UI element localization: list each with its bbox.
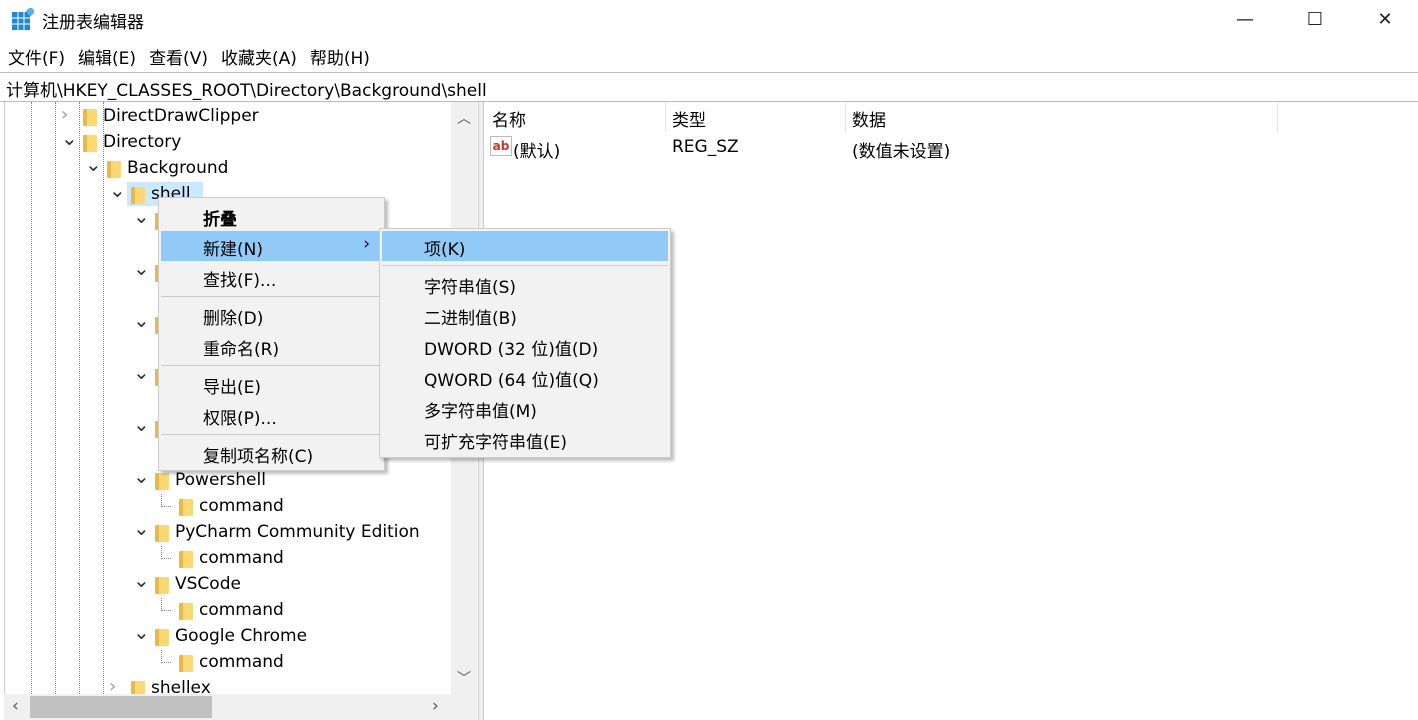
tree-node[interactable]: ⌄ PyCharm Community Edition xyxy=(5,516,455,546)
chevron-down-icon[interactable]: ⌄ xyxy=(133,464,150,488)
submenu-item-dword[interactable]: DWORD (32 位)值(D) xyxy=(382,331,668,361)
title-bar: 注册表编辑器 — ☐ ✕ xyxy=(0,0,1418,38)
tree-node[interactable]: ⌄ Powershell xyxy=(5,464,455,494)
chevron-down-icon[interactable]: ⌄ xyxy=(109,178,126,202)
chevron-down-icon[interactable]: ⌄ xyxy=(133,204,150,228)
tree-node[interactable]: command xyxy=(5,650,455,676)
scrollbar-thumb[interactable] xyxy=(30,696,212,718)
folder-icon xyxy=(179,655,193,672)
window-title: 注册表编辑器 xyxy=(42,13,144,33)
tree-node-label: Google Chrome xyxy=(175,626,308,646)
submenu-item-key[interactable]: 项(K) xyxy=(382,231,668,261)
chevron-down-icon[interactable]: ⌄ xyxy=(133,516,150,540)
chevron-down-icon[interactable]: ⌄ xyxy=(133,620,150,644)
new-submenu: 项(K) 字符串值(S) 二进制值(B) DWORD (32 位)值(D) QW… xyxy=(379,228,671,458)
chevron-down-icon[interactable]: ⌄ xyxy=(133,308,150,332)
minimize-button[interactable]: — xyxy=(1210,0,1280,38)
column-data[interactable]: 数据 xyxy=(852,106,886,131)
tree-node[interactable]: ⌄ Google Chrome xyxy=(5,620,455,650)
folder-icon xyxy=(83,109,97,126)
tree-node-label: DirectDrawClipper xyxy=(103,106,259,126)
menu-item-export[interactable]: 导出(E) xyxy=(161,369,382,399)
tree-node[interactable]: ⌄ Background xyxy=(5,152,455,182)
address-bar[interactable]: 计算机\HKEY_CLASSES_ROOT\Directory\Backgrou… xyxy=(0,72,1418,102)
chevron-right-icon[interactable]: › xyxy=(61,104,77,125)
column-type[interactable]: 类型 xyxy=(672,106,706,131)
folder-icon xyxy=(179,551,193,568)
menu-help[interactable]: 帮助(H) xyxy=(302,40,375,70)
tree-node-label: Powershell xyxy=(175,470,266,490)
menu-bar: 文件(F) 编辑(E) 查看(V) 收藏夹(A) 帮助(H) xyxy=(0,40,375,70)
string-value-ab-icon: ab xyxy=(490,136,512,156)
tree-node-label: Background xyxy=(127,158,229,178)
list-row[interactable]: ab (默认) REG_SZ (数值未设置) xyxy=(485,134,1418,162)
tree-node[interactable]: command xyxy=(5,494,455,520)
submenu-item-multi-string[interactable]: 多字符串值(M) xyxy=(382,393,668,423)
folder-icon xyxy=(107,161,121,178)
menu-item-collapse[interactable]: 折叠 xyxy=(161,201,382,231)
value-type: REG_SZ xyxy=(672,137,739,157)
tree-node-label: PyCharm Community Edition xyxy=(175,522,420,542)
menu-edit[interactable]: 编辑(E) xyxy=(70,40,141,70)
submenu-item-string[interactable]: 字符串值(S) xyxy=(382,269,668,299)
tree-node-label: command xyxy=(199,652,284,672)
chevron-down-icon[interactable]: ⌄ xyxy=(61,126,78,150)
chevron-down-icon[interactable]: ⌄ xyxy=(133,360,150,384)
chevron-down-icon[interactable]: ⌄ xyxy=(133,568,150,592)
menu-item-delete[interactable]: 删除(D) xyxy=(161,300,382,330)
value-data: (数值未设置) xyxy=(852,142,951,162)
scroll-right-icon[interactable]: › xyxy=(432,696,439,716)
tree-node[interactable]: ⌄ VSCode xyxy=(5,568,455,598)
folder-icon xyxy=(155,525,169,542)
menu-item-new[interactable]: 新建(N) › xyxy=(161,231,382,261)
menu-item-permissions[interactable]: 权限(P)... xyxy=(161,400,382,430)
menu-favorites[interactable]: 收藏夹(A) xyxy=(213,40,302,70)
submenu-arrow-icon: › xyxy=(363,234,370,254)
chevron-down-icon[interactable]: ⌄ xyxy=(85,152,102,176)
folder-icon xyxy=(179,603,193,620)
tree-node-label: Directory xyxy=(103,132,182,152)
value-name: (默认) xyxy=(513,142,561,162)
tree-node[interactable]: ⌄ Directory xyxy=(5,126,455,156)
scroll-down-icon[interactable]: ﹀ xyxy=(457,668,471,688)
folder-icon xyxy=(83,135,97,152)
tree-node[interactable]: command xyxy=(5,598,455,624)
tree-node[interactable]: command xyxy=(5,546,455,572)
tree-node-label: command xyxy=(199,600,284,620)
context-menu: 折叠 新建(N) › 查找(F)... 删除(D) 重命名(R) 导出(E) 权限… xyxy=(158,197,385,471)
chevron-down-icon[interactable]: ⌄ xyxy=(133,256,150,280)
menu-item-new-label: 新建(N) xyxy=(203,240,263,260)
registry-editor-icon xyxy=(12,8,34,30)
scroll-left-icon[interactable]: ‹ xyxy=(12,696,19,716)
tree-node-label: VSCode xyxy=(175,574,241,594)
tree-horizontal-scrollbar[interactable]: ‹ › xyxy=(4,694,477,720)
maximize-button[interactable]: ☐ xyxy=(1280,0,1350,38)
tree-node-label: command xyxy=(199,548,284,568)
folder-icon xyxy=(155,473,169,490)
folder-icon xyxy=(131,187,145,204)
menu-item-find[interactable]: 查找(F)... xyxy=(161,262,382,292)
menu-file[interactable]: 文件(F) xyxy=(0,40,70,70)
column-name[interactable]: 名称 xyxy=(492,106,526,131)
scroll-up-icon[interactable]: ︿ xyxy=(457,108,471,128)
submenu-item-expandable-string[interactable]: 可扩充字符串值(E) xyxy=(382,424,668,454)
chevron-down-icon[interactable]: ⌄ xyxy=(133,412,150,436)
close-button[interactable]: ✕ xyxy=(1350,0,1418,38)
menu-item-rename[interactable]: 重命名(R) xyxy=(161,331,382,361)
menu-item-copy-key-name[interactable]: 复制项名称(C) xyxy=(161,438,382,468)
folder-icon xyxy=(179,499,193,516)
menu-view[interactable]: 查看(V) xyxy=(141,40,213,70)
folder-icon xyxy=(155,577,169,594)
tree-node-label: command xyxy=(199,496,284,516)
submenu-item-binary[interactable]: 二进制值(B) xyxy=(382,300,668,330)
folder-icon xyxy=(155,629,169,646)
submenu-item-qword[interactable]: QWORD (64 位)值(Q) xyxy=(382,362,668,392)
